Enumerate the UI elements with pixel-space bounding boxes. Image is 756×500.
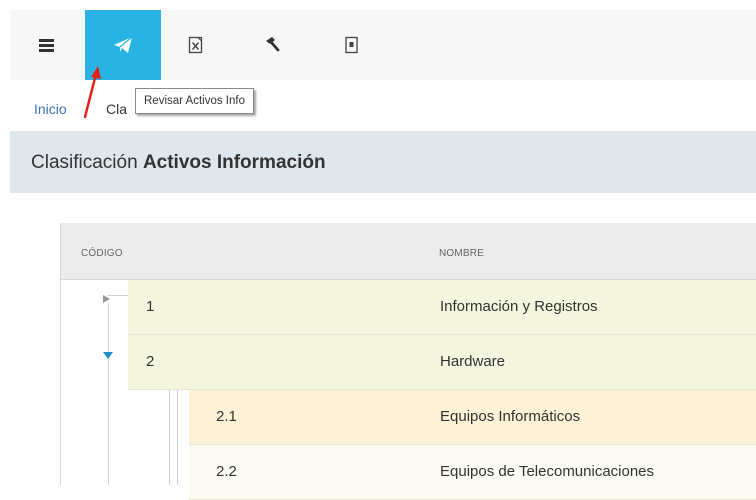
- tree-table: CÓDIGO NOMBRE 1 Información y Registros …: [60, 223, 756, 500]
- hamburger-icon: [38, 38, 54, 52]
- row-code: 2: [146, 353, 155, 370]
- send-button-tooltip: Revisar Activos Info: [135, 88, 254, 114]
- hammer-icon: [266, 37, 280, 52]
- table-row[interactable]: 1 Información y Registros: [128, 280, 756, 335]
- tree-connector-line: [108, 295, 128, 296]
- breadcrumb-current: Cla: [106, 101, 128, 117]
- tools-button[interactable]: [250, 10, 294, 80]
- excel-export-button[interactable]: [172, 10, 220, 80]
- row-name: Equipos Informáticos: [440, 408, 581, 425]
- row-code: 2.2: [216, 463, 237, 480]
- toolbar: [10, 10, 756, 80]
- column-header-name[interactable]: NOMBRE: [439, 248, 484, 259]
- document-button[interactable]: [330, 10, 374, 80]
- row-collapse-toggle[interactable]: [102, 347, 114, 365]
- page-title-prefix: Clasificación: [31, 152, 138, 173]
- page-title: Clasificación Activos Información: [31, 152, 326, 174]
- row-name: Equipos de Telecomunicaciones: [440, 463, 655, 480]
- row-expand-toggle[interactable]: [102, 291, 111, 309]
- tree-connector-line: [108, 303, 109, 485]
- row-code: 2.1: [216, 408, 237, 425]
- table-row[interactable]: 2.2 Equipos de Telecomunicaciones: [189, 445, 756, 500]
- page-title-bold: Activos Información: [142, 152, 326, 173]
- send-button[interactable]: [85, 10, 161, 80]
- document-icon: [345, 36, 358, 54]
- page-header: Clasificación Activos Información: [10, 131, 756, 193]
- column-header-code[interactable]: CÓDIGO: [81, 248, 123, 259]
- tree-connector-line: [169, 388, 170, 485]
- breadcrumb: Inicio Cla: [10, 80, 756, 130]
- excel-file-icon: [188, 36, 203, 54]
- caret-down-icon: [103, 352, 113, 359]
- menu-button[interactable]: [10, 10, 82, 80]
- caret-right-icon: [103, 295, 110, 303]
- row-code: 1: [146, 298, 155, 315]
- row-name: Hardware: [440, 353, 506, 370]
- table-row[interactable]: 2.1 Equipos Informáticos: [189, 390, 756, 445]
- table-row[interactable]: 2 Hardware: [128, 335, 756, 390]
- row-name: Información y Registros: [440, 298, 598, 315]
- tree-connector-line: [177, 388, 178, 485]
- breadcrumb-home-link[interactable]: Inicio: [34, 101, 67, 117]
- table-header: CÓDIGO NOMBRE: [61, 223, 756, 280]
- paper-plane-icon: [114, 36, 133, 53]
